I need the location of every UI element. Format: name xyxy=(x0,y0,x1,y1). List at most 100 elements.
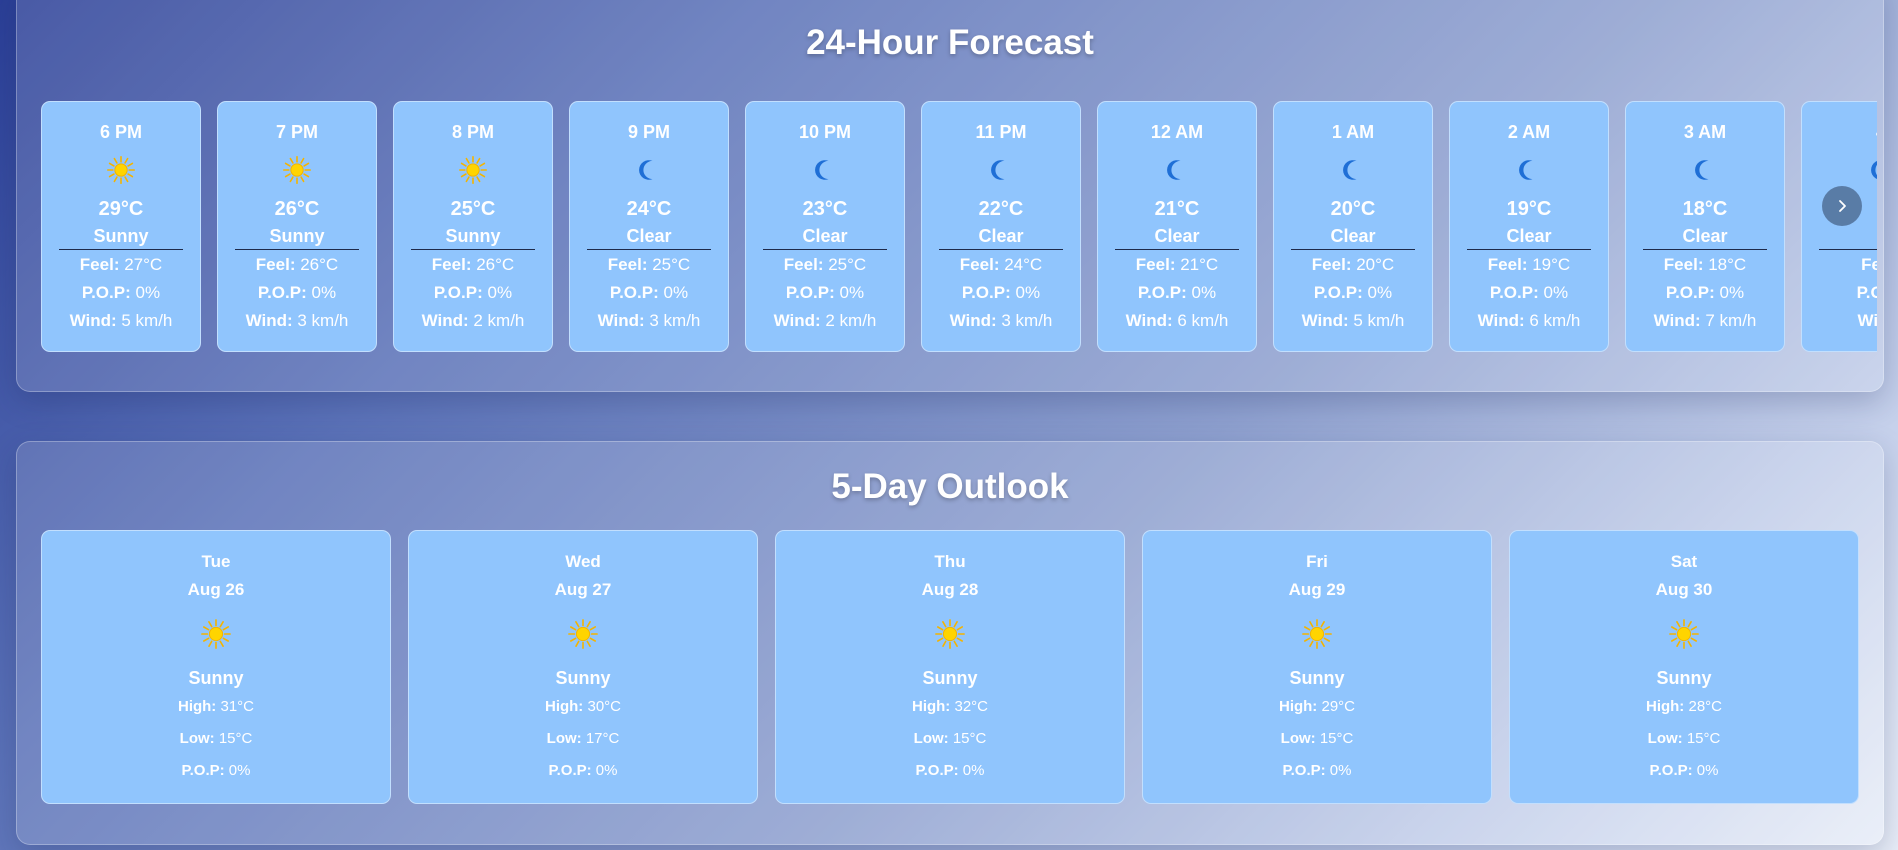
day-weather-icon xyxy=(42,619,390,649)
hour-temperature: 29°C xyxy=(98,198,144,220)
moon-icon xyxy=(1871,161,1877,179)
wind-value: 7 km/h xyxy=(1705,311,1757,330)
hour-wind: Wind: 3 km/h xyxy=(570,311,728,331)
feel-label: Feel: xyxy=(255,255,296,274)
pop-value: 0% xyxy=(962,762,985,779)
feel-label: Feel: xyxy=(1861,255,1877,274)
hour-pop: P.O.P: 0% xyxy=(570,283,728,303)
hour-feel: Feel: 20°C xyxy=(1274,255,1432,275)
hour-divider xyxy=(411,249,535,250)
day-high: High: 32°C xyxy=(776,698,1124,715)
sun-icon xyxy=(935,619,965,649)
hour-wind: Wind: 5 km/h xyxy=(42,311,200,331)
hour-divider xyxy=(1819,249,1877,250)
hour-card: 10 PM 23°C Clear Feel: 25°C P.O.P: 0% Wi… xyxy=(745,101,905,352)
feel-label: Feel: xyxy=(1135,255,1176,274)
pop-label: P.O.P: xyxy=(433,283,483,302)
hour-divider xyxy=(1115,249,1239,250)
hour-condition: Clear xyxy=(802,226,848,246)
day-date: Aug 27 xyxy=(554,580,612,599)
hour-weather-icon xyxy=(42,156,200,184)
hour-weather-icon xyxy=(1450,156,1608,184)
hour-pop: P.O.P: 0% xyxy=(1626,283,1784,303)
high-label: High: xyxy=(1645,698,1685,715)
day-weather-icon xyxy=(1143,619,1491,649)
pop-value: 0% xyxy=(1015,283,1041,302)
day-date: Aug 30 xyxy=(1655,580,1713,599)
hour-wind: Wind: 2 km/h xyxy=(746,311,904,331)
pop-label: P.O.P: xyxy=(257,283,307,302)
hour-divider xyxy=(763,249,887,250)
low-label: Low: xyxy=(1280,730,1316,747)
hour-condition: Clear xyxy=(1330,226,1376,246)
moon-icon xyxy=(1695,160,1709,180)
hour-card: 7 PM 26°C Sunny Feel: 26°C P.O.P: 0% Win… xyxy=(217,101,377,352)
hourly-scroll-viewport[interactable]: 6 PM 29°C Sunny Feel: 27°C P.O.P: 0% Win… xyxy=(41,101,1877,355)
hour-weather-icon xyxy=(394,156,552,184)
day-name: Fri xyxy=(1306,552,1328,571)
wind-value: 2 km/h xyxy=(825,311,877,330)
wind-label: Wind: xyxy=(1125,311,1173,330)
hour-time: 8 PM xyxy=(451,122,494,142)
day-card: Thu Aug 28 Sunny High: 32°C Low: 15°C P.… xyxy=(775,530,1125,804)
day-condition: Sunny xyxy=(1656,668,1712,688)
feel-value: 24°C xyxy=(1004,255,1043,274)
pop-label: P.O.P: xyxy=(1313,283,1363,302)
hour-condition: Clear xyxy=(978,226,1024,246)
hour-wind: Wind: 2 km/h xyxy=(394,311,552,331)
pop-value: 0% xyxy=(839,283,865,302)
scroll-next-button[interactable] xyxy=(1822,186,1862,226)
hour-temperature: 20°C xyxy=(1330,198,1376,220)
pop-value: 0% xyxy=(1329,762,1352,779)
pop-value: 0% xyxy=(1191,283,1217,302)
chevron-right-icon xyxy=(1839,200,1846,212)
hour-weather-icon xyxy=(1626,156,1784,184)
feel-label: Feel: xyxy=(1487,255,1528,274)
hour-feel: Feel: 26°C xyxy=(394,255,552,275)
hour-divider xyxy=(587,249,711,250)
hour-wind: Wind: 6 km/h xyxy=(1098,311,1256,331)
high-value: 28°C xyxy=(1688,698,1722,715)
hour-feel: Feel: 26°C xyxy=(218,255,376,275)
pop-label: P.O.P: xyxy=(915,762,959,779)
day-date: Aug 28 xyxy=(921,580,979,599)
hour-wind: Wind: 5 km/h xyxy=(1274,311,1432,331)
pop-value: 0% xyxy=(135,283,161,302)
day-high: High: 28°C xyxy=(1510,698,1858,715)
day-pop: P.O.P: 0% xyxy=(1510,762,1858,779)
hour-time: 12 AM xyxy=(1150,122,1204,142)
feel-label: Feel: xyxy=(431,255,472,274)
feel-value: 26°C xyxy=(476,255,515,274)
hour-card: 3 AM 18°C Clear Feel: 18°C P.O.P: 0% Win… xyxy=(1625,101,1785,352)
hour-divider xyxy=(235,249,359,250)
pop-value: 0% xyxy=(311,283,337,302)
moon-icon xyxy=(1167,160,1181,180)
hour-feel: Feel: 19°C xyxy=(1450,255,1608,275)
hour-time: 3 AM xyxy=(1683,122,1727,142)
hour-temperature: 26°C xyxy=(274,198,320,220)
day-name: Thu xyxy=(934,552,966,571)
hour-weather-icon xyxy=(1274,156,1432,184)
day-weather-icon xyxy=(776,619,1124,649)
feel-value: 27°C xyxy=(124,255,163,274)
hour-temperature: 19°C xyxy=(1506,198,1552,220)
sun-icon xyxy=(201,619,231,649)
feel-label: Feel: xyxy=(1311,255,1352,274)
hour-divider xyxy=(939,249,1063,250)
hour-pop: P.O.P: 0% xyxy=(1098,283,1256,303)
feel-value: 20°C xyxy=(1356,255,1395,274)
hour-divider xyxy=(59,249,183,250)
day-pop: P.O.P: 0% xyxy=(42,762,390,779)
hour-temperature: 21°C xyxy=(1154,198,1200,220)
hour-divider xyxy=(1467,249,1591,250)
wind-label: Wind: xyxy=(773,311,821,330)
hour-wind: Wind: xyxy=(1802,311,1877,331)
high-value: 31°C xyxy=(220,698,254,715)
hour-temperature: 23°C xyxy=(802,198,848,220)
hour-feel: Feel: 25°C xyxy=(746,255,904,275)
low-label: Low: xyxy=(913,730,949,747)
day-weather-icon xyxy=(1510,619,1858,649)
pop-value: 0% xyxy=(663,283,689,302)
hour-weather-icon xyxy=(922,156,1080,184)
hour-pop: P.O.P: 0% xyxy=(1274,283,1432,303)
